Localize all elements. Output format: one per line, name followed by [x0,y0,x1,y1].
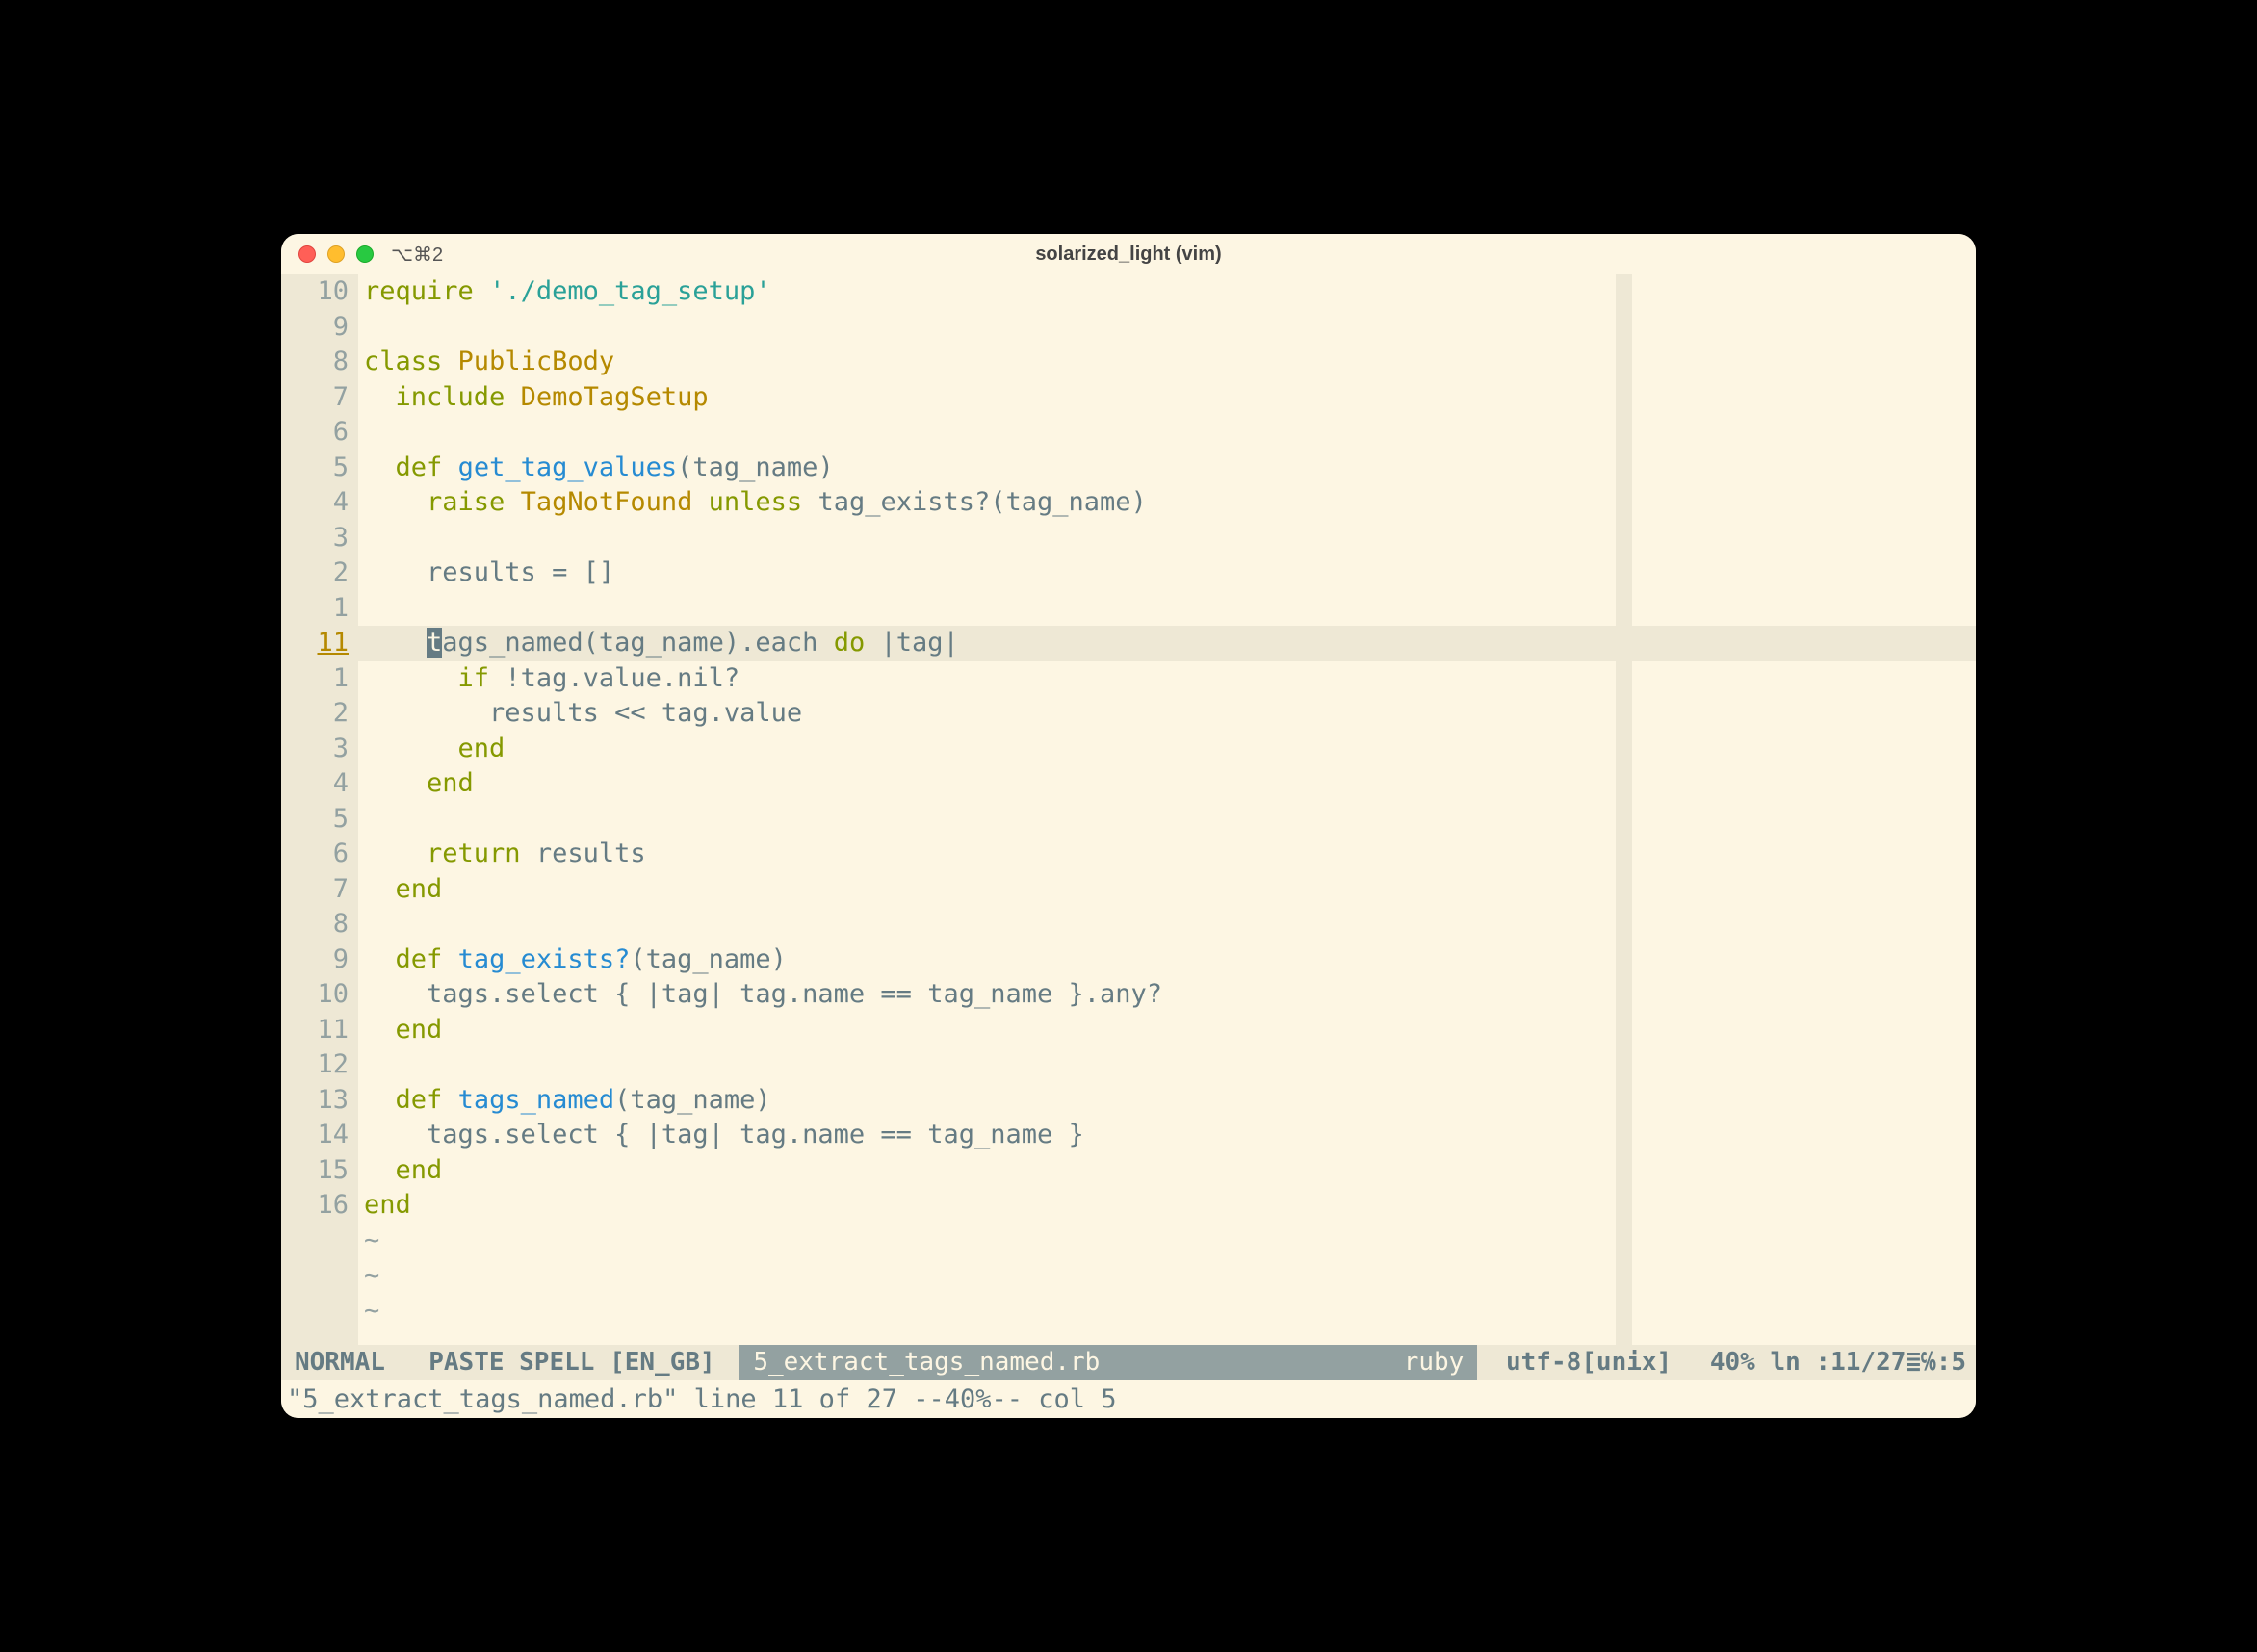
code-line[interactable]: end [358,766,1976,802]
code-line[interactable] [358,415,1976,451]
minimize-button[interactable] [327,245,345,263]
line-number: 10 [281,274,352,310]
empty-lines: ~~~ [358,1224,1976,1329]
mode-flags: PASTE SPELL [EN_GB] [399,1345,739,1380]
line-number: 9 [281,310,352,346]
code-line[interactable]: tags.select { |tag| tag.name == tag_name… [358,977,1976,1013]
line-number: 1 [281,661,352,697]
zoom-button[interactable] [356,245,374,263]
code-line[interactable]: results << tag.value [358,696,1976,732]
window-title: solarized_light (vim) [1035,244,1221,266]
code-line[interactable] [358,591,1976,627]
line-number: 11 [281,1013,352,1048]
statusline-filename: 5_extract_tags_named.rb [739,1348,1389,1377]
code-area: 109876543211112345678910111213141516 req… [281,274,1976,1345]
editor[interactable]: 109876543211112345678910111213141516 req… [281,274,1976,1418]
line-number: 15 [281,1153,352,1189]
line-number: 2 [281,696,352,732]
code-line[interactable]: include DemoTagSetup [358,380,1976,416]
line-number: 16 [281,1188,352,1224]
command-line[interactable]: "5_extract_tags_named.rb" line 11 of 27 … [281,1380,1976,1418]
line-number: 7 [281,872,352,908]
line-number: 8 [281,907,352,942]
code-pane[interactable]: require './demo_tag_setup' class PublicB… [358,274,1976,1345]
line-number: 7 [281,380,352,416]
line-number: 12 [281,1047,352,1083]
code-line[interactable]: raise TagNotFound unless tag_exists?(tag… [358,485,1976,521]
code-line[interactable]: end [358,1188,1976,1224]
statusline-filetype: ruby [1390,1348,1478,1377]
line-number: 11 [281,626,352,661]
code-line[interactable]: tags.select { |tag| tag.name == tag_name… [358,1118,1976,1153]
code-line[interactable]: def tag_exists?(tag_name) [358,942,1976,978]
line-number: 6 [281,415,352,451]
line-number: 14 [281,1118,352,1153]
code-line[interactable]: def tags_named(tag_name) [358,1083,1976,1119]
line-number: 5 [281,451,352,486]
code-line[interactable] [358,907,1976,942]
line-number: 2 [281,555,352,591]
code-line[interactable] [358,310,1976,346]
line-number: 8 [281,345,352,380]
line-number: 1 [281,591,352,627]
line-number: 3 [281,732,352,767]
titlebar: ⌥⌘2 solarized_light (vim) [281,234,1976,274]
line-number: 6 [281,837,352,872]
line-number: 5 [281,802,352,838]
line-number: 9 [281,942,352,978]
code-line[interactable]: require './demo_tag_setup' [358,274,1976,310]
terminal-window: ⌥⌘2 solarized_light (vim) 10987654321111… [281,234,1976,1418]
code-line[interactable]: class PublicBody [358,345,1976,380]
line-number: 4 [281,766,352,802]
mode-indicator: NORMAL [281,1345,399,1380]
line-number: 3 [281,521,352,556]
code-line[interactable] [358,521,1976,556]
code-line[interactable]: results = [] [358,555,1976,591]
code-line[interactable]: if !tag.value.nil? [358,661,1976,697]
code-line[interactable]: end [358,1013,1976,1048]
line-number: 13 [281,1083,352,1119]
line-number: 4 [281,485,352,521]
code-line[interactable]: def get_tag_values(tag_name) [358,451,1976,486]
code-line[interactable]: end [358,732,1976,767]
line-number: 10 [281,977,352,1013]
code-line[interactable]: end [358,872,1976,908]
tab-indicator: ⌥⌘2 [391,243,443,267]
close-button[interactable] [298,245,316,263]
code-line[interactable]: tags_named(tag_name).each do |tag| [358,626,1976,661]
line-number-gutter: 109876543211112345678910111213141516 [281,274,358,1345]
code-line[interactable]: return results [358,837,1976,872]
code-line[interactable] [358,802,1976,838]
traffic-lights [298,245,374,263]
code-line[interactable]: end [358,1153,1976,1189]
statusline: NORMAL PASTE SPELL [EN_GB] 5_extract_tag… [281,1345,1976,1380]
statusline-encoding: utf-8[unix] [1477,1345,1700,1380]
statusline-position: 40% ln :11/27≣℅:5 [1700,1345,1976,1380]
code-line[interactable] [358,1047,1976,1083]
